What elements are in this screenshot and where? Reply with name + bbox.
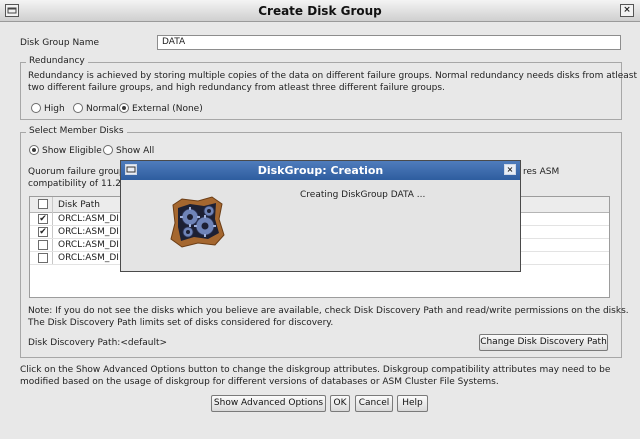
redundancy-legend: Redundancy [26, 56, 88, 66]
window-titlebar: Create Disk Group × [0, 0, 640, 22]
radio-high-label: High [44, 104, 65, 114]
disk-group-name-label: Disk Group Name [20, 38, 100, 48]
disk-group-name-input[interactable]: DATA [157, 35, 621, 50]
dialog-close-icon[interactable]: × [504, 164, 516, 175]
quorum-text-1-right: res ASM [523, 167, 560, 177]
discovery-note-1: Note: If you do not see the disks which … [28, 306, 629, 316]
redundancy-description-2: two different failure groups, and high r… [28, 83, 445, 93]
row-checkbox[interactable] [38, 240, 48, 250]
radio-high-circle[interactable] [31, 103, 41, 113]
cancel-button[interactable]: Cancel [355, 395, 393, 412]
radio-normal[interactable]: Normal [73, 103, 119, 114]
row-checkbox[interactable] [38, 253, 48, 263]
disk-path-cell: ORCL:ASM_DI [58, 253, 119, 263]
row-checkbox[interactable]: ✔ [38, 227, 48, 237]
radio-external-label: External (None) [132, 104, 203, 114]
advanced-info-1: Click on the Show Advanced Options butto… [20, 365, 611, 375]
radio-high[interactable]: High [31, 103, 65, 114]
window-close-icon[interactable]: × [620, 4, 634, 17]
change-discovery-path-button[interactable]: Change Disk Discovery Path [479, 334, 608, 351]
quorum-text-1-left: Quorum failure group [28, 167, 125, 177]
ok-button[interactable]: OK [330, 395, 350, 412]
radio-normal-label: Normal [86, 104, 119, 114]
progress-dialog-titlebar[interactable]: DiskGroup: Creation × [121, 161, 520, 180]
radio-show-all-label: Show All [116, 146, 155, 156]
radio-external-circle[interactable] [119, 103, 129, 113]
radio-show-all-circle[interactable] [103, 145, 113, 155]
radio-show-eligible[interactable]: Show Eligible [29, 145, 102, 156]
gears-progress-icon [168, 195, 226, 252]
radio-external[interactable]: External (None) [119, 103, 203, 114]
progress-dialog-title: DiskGroup: Creation [257, 164, 384, 177]
help-button[interactable]: Help [397, 395, 428, 412]
discovery-note-2: The Disk Discovery Path limits set of di… [28, 318, 334, 328]
quorum-text-2-left: compatibility of 11.2 [28, 179, 121, 189]
radio-show-eligible-circle[interactable] [29, 145, 39, 155]
window-title: Create Disk Group [258, 4, 382, 18]
disk-path-column-header: Disk Path [58, 200, 100, 210]
disk-path-cell: ORCL:ASM_DI [58, 227, 119, 237]
radio-normal-circle[interactable] [73, 103, 83, 113]
row-checkbox[interactable]: ✔ [38, 214, 48, 224]
radio-show-eligible-label: Show Eligible [42, 146, 102, 156]
show-advanced-options-button[interactable]: Show Advanced Options [211, 395, 326, 412]
progress-message: Creating DiskGroup DATA ... [300, 190, 426, 200]
member-disks-legend: Select Member Disks [26, 126, 127, 136]
advanced-info-2: modified based on the usage of diskgroup… [20, 377, 499, 387]
disk-path-cell: ORCL:ASM_DI [58, 214, 119, 224]
discovery-path-label: Disk Discovery Path:<default> [28, 338, 168, 348]
select-all-checkbox[interactable] [38, 199, 48, 209]
progress-dialog[interactable]: DiskGroup: Creation × Creating DiskGroup… [120, 160, 521, 272]
disk-path-cell: ORCL:ASM_DI [58, 240, 119, 250]
redundancy-description-1: Redundancy is achieved by storing multip… [28, 71, 638, 81]
radio-show-all[interactable]: Show All [103, 145, 154, 156]
